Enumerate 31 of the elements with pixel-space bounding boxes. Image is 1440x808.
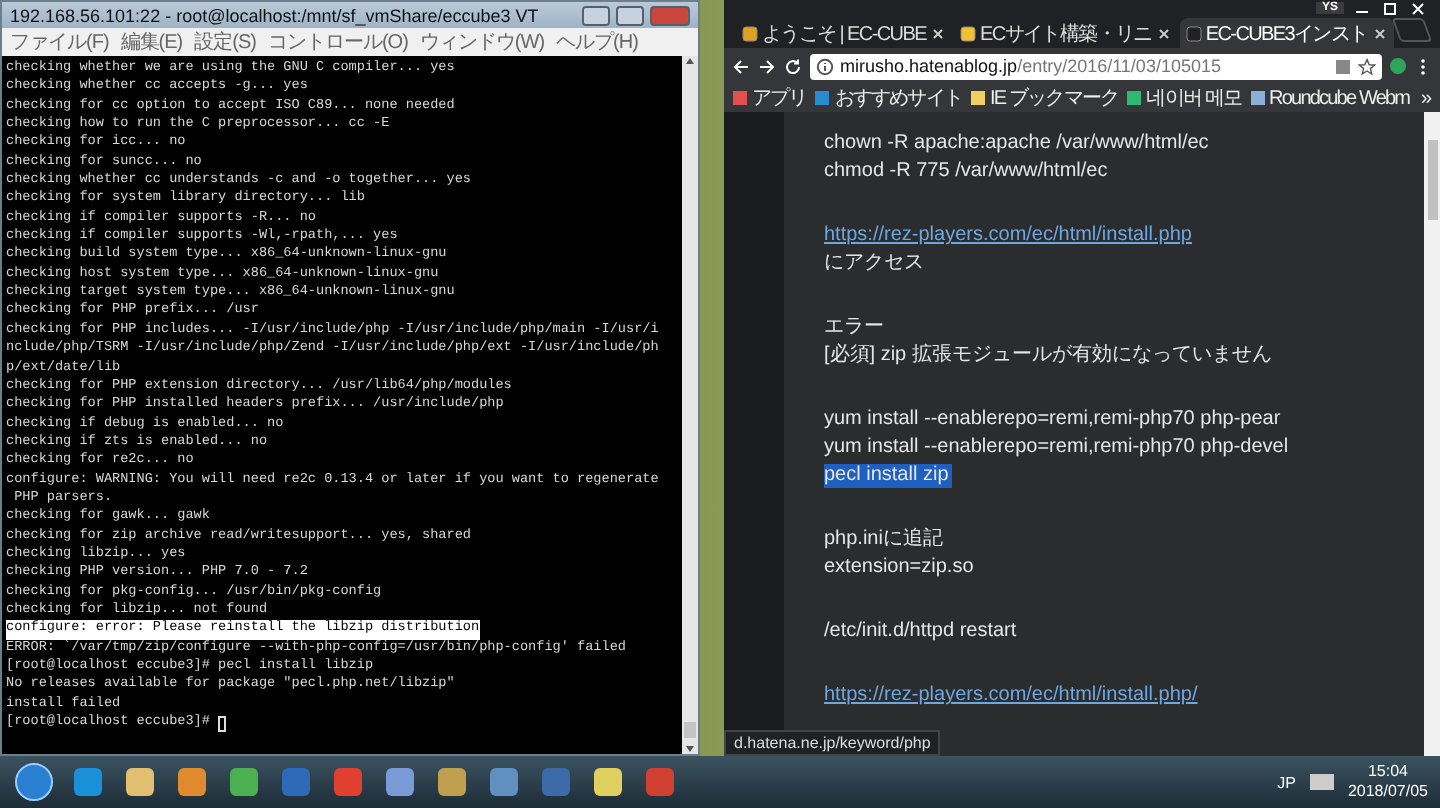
link[interactable]: https://rez-players.com/ec/html/install.php: [824, 224, 1196, 248]
bookmark[interactable]: アプリ: [732, 84, 807, 112]
menu-item[interactable]: ヘルプ(H): [556, 28, 638, 56]
status-url: d.hatena.ne.jp/keyword/php: [724, 730, 941, 756]
language-indicator[interactable]: JP: [1277, 773, 1296, 791]
window-title: 192.168.56.101:22 - root@localhost:/mnt/sf_vmShare/eccube3 VT: [10, 5, 541, 25]
article-text: chown -R apache:apache /var/www/html/ec: [824, 132, 1211, 156]
article-text: chmod -R 775 /var/www/html/ec: [824, 160, 1110, 184]
article-text: yum install --enablerepo=remi,remi-php70 php-devel: [824, 436, 1291, 460]
bookmark[interactable]: おすすめサイト: [814, 84, 963, 112]
bookmark[interactable]: Roundcube Webm: [1249, 87, 1410, 109]
bookmark[interactable]: 네이버 메모: [1126, 84, 1242, 112]
link[interactable]: https://rez-players.com/ec/html/install.php/: [824, 684, 1202, 708]
article-text: エラー: [824, 316, 886, 340]
address-bar[interactable]: mirusho.hatenablog.jp/entry/2016/11/03/105015: [810, 53, 1382, 79]
article-text: にアクセス: [824, 252, 926, 276]
menu-item[interactable]: コントロール(O): [267, 28, 408, 56]
menu-item[interactable]: ウィンドウ(W): [419, 28, 545, 56]
bookmark[interactable]: IE ブックマーク: [970, 84, 1119, 112]
article-text: extension=zip.so: [824, 556, 976, 580]
article-text: yum install --enablerepo=remi,remi-php70 php-pear: [824, 408, 1283, 432]
browser-tab[interactable]: EC-CUBE3インスト: [1179, 18, 1394, 48]
menu-item[interactable]: ファイル(F): [10, 28, 109, 56]
menu-item[interactable]: 設定(S): [194, 28, 256, 56]
more-bookmarks-button[interactable]: »: [1420, 87, 1432, 109]
article-text: /etc/init.d/httpd restart: [824, 620, 1019, 644]
menu-item[interactable]: 編集(E): [120, 28, 183, 56]
article-text: [必須] zip 拡張モジュールが有効になっていません: [824, 344, 1274, 368]
article-text: php.iniに追記: [824, 528, 945, 552]
clock[interactable]: 15:04 2018/07/05: [1347, 762, 1428, 802]
article-text: pecl install zip: [824, 464, 953, 488]
